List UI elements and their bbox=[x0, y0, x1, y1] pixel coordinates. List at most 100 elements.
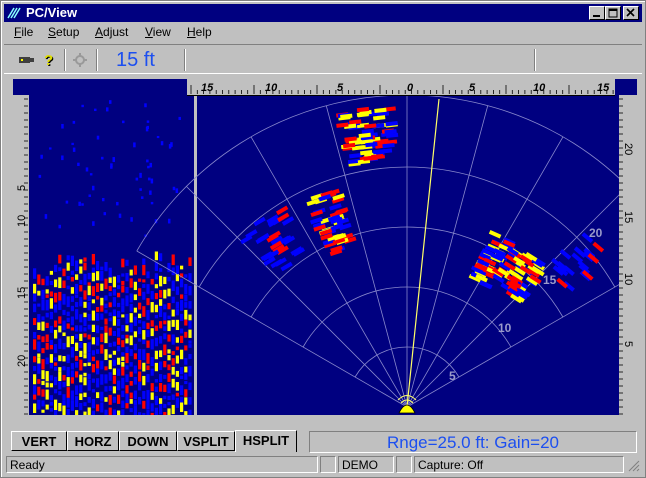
right-tick-label: 20 bbox=[622, 143, 634, 155]
echo-mark bbox=[70, 370, 74, 377]
echo-mark bbox=[112, 288, 116, 296]
echo-mark bbox=[112, 396, 116, 403]
tab-vsplit[interactable]: VSPLIT bbox=[177, 431, 235, 451]
echo-mark bbox=[96, 337, 100, 346]
sonar-display[interactable]: 5 10 15 20 bbox=[13, 79, 646, 423]
echo-mark bbox=[87, 282, 91, 286]
menu-bar: File Setup Adjust View Help bbox=[4, 23, 642, 42]
right-ruler: 20 15 10 5 bbox=[619, 95, 637, 415]
echo-mark bbox=[142, 349, 146, 361]
echo-mark bbox=[175, 370, 179, 377]
echo-mark bbox=[163, 344, 167, 356]
tab-horz[interactable]: HORZ bbox=[67, 431, 119, 451]
echo-mark bbox=[112, 157, 116, 162]
echo-mark bbox=[129, 408, 133, 413]
echo-mark bbox=[104, 332, 108, 344]
echo-mark bbox=[112, 375, 116, 384]
echo-mark bbox=[101, 197, 105, 202]
echo-mark bbox=[133, 316, 137, 326]
echo-mark bbox=[62, 366, 66, 371]
echo-mark bbox=[188, 273, 192, 282]
echo-mark bbox=[45, 342, 49, 350]
echo-mark bbox=[58, 403, 62, 412]
echo-mark bbox=[184, 366, 188, 373]
echo-mark bbox=[163, 304, 167, 310]
echo-mark bbox=[108, 312, 112, 317]
menu-help[interactable]: Help bbox=[187, 23, 212, 42]
echo-mark bbox=[146, 340, 150, 348]
echo-mark bbox=[129, 381, 133, 386]
echo-mark bbox=[75, 385, 79, 395]
echo-mark bbox=[171, 309, 175, 317]
tab-down[interactable]: DOWN bbox=[119, 431, 177, 451]
echo-mark bbox=[159, 398, 163, 404]
echo-mark bbox=[70, 255, 74, 266]
echo-mark bbox=[33, 283, 37, 294]
toolbar: ? ? 15 ft bbox=[4, 44, 642, 74]
echo-mark bbox=[41, 409, 45, 413]
maximize-button[interactable] bbox=[605, 6, 621, 20]
echo-mark bbox=[33, 365, 37, 371]
echo-mark bbox=[175, 286, 179, 295]
toolbar-separator bbox=[64, 49, 66, 71]
echo-mark bbox=[159, 275, 163, 287]
echo-mark bbox=[70, 335, 74, 344]
echo-mark bbox=[83, 301, 87, 308]
echo-mark bbox=[91, 310, 95, 321]
camera-icon[interactable] bbox=[16, 51, 36, 69]
echo-mark bbox=[125, 403, 129, 409]
echo-mark bbox=[175, 308, 179, 316]
top-tick-label: 5 bbox=[469, 82, 476, 94]
echo-mark bbox=[79, 280, 83, 285]
help-icon[interactable]: ? ? bbox=[40, 51, 60, 69]
tab-hsplit[interactable]: HSPLIT bbox=[235, 430, 297, 452]
echo-mark bbox=[180, 313, 184, 321]
echo-mark bbox=[138, 371, 142, 382]
echo-mark bbox=[45, 357, 49, 365]
echo-mark bbox=[167, 373, 171, 382]
echo-mark bbox=[49, 383, 53, 388]
echo-mark bbox=[146, 120, 150, 123]
echo-mark bbox=[33, 318, 37, 326]
echo-mark bbox=[70, 363, 74, 370]
status-bar: Ready DEMO Capture: Off bbox=[4, 456, 642, 474]
echo-mark bbox=[180, 367, 184, 375]
tab-vert[interactable]: VERT bbox=[11, 431, 67, 451]
echo-mark bbox=[154, 337, 158, 347]
echo-mark bbox=[125, 365, 129, 370]
menu-view[interactable]: View bbox=[145, 23, 171, 42]
echo-mark bbox=[129, 293, 133, 303]
minimize-button[interactable] bbox=[589, 6, 605, 20]
echo-mark bbox=[100, 326, 104, 331]
echo-mark bbox=[146, 365, 150, 371]
echo-mark bbox=[163, 361, 167, 368]
echo-mark bbox=[40, 154, 43, 159]
echo-mark bbox=[108, 267, 112, 278]
echo-mark bbox=[62, 405, 66, 417]
echo-mark bbox=[184, 411, 188, 417]
echo-mark bbox=[159, 374, 163, 383]
echo-mark bbox=[88, 194, 92, 198]
echo-mark bbox=[49, 339, 53, 345]
echo-mark bbox=[96, 283, 100, 293]
echo-mark bbox=[66, 408, 70, 419]
echo-mark bbox=[75, 355, 79, 361]
echo-mark bbox=[54, 264, 58, 272]
ring-label-10: 10 bbox=[498, 321, 512, 335]
echo-mark bbox=[33, 303, 37, 313]
panel-divider[interactable] bbox=[194, 95, 197, 415]
menu-adjust[interactable]: Adjust bbox=[95, 23, 128, 42]
echo-mark bbox=[121, 390, 125, 398]
echo-mark bbox=[167, 383, 171, 394]
echo-mark bbox=[180, 300, 184, 311]
echo-mark bbox=[45, 312, 49, 318]
menu-setup[interactable]: Setup bbox=[48, 23, 79, 42]
ring-label-15: 15 bbox=[543, 273, 557, 287]
resize-grip-icon[interactable] bbox=[626, 458, 640, 472]
menu-file[interactable]: File bbox=[14, 23, 33, 42]
settings-icon[interactable] bbox=[70, 51, 90, 69]
echo-mark bbox=[146, 330, 150, 338]
close-button[interactable] bbox=[623, 6, 639, 20]
echo-mark bbox=[83, 363, 87, 367]
echo-mark bbox=[49, 270, 53, 275]
